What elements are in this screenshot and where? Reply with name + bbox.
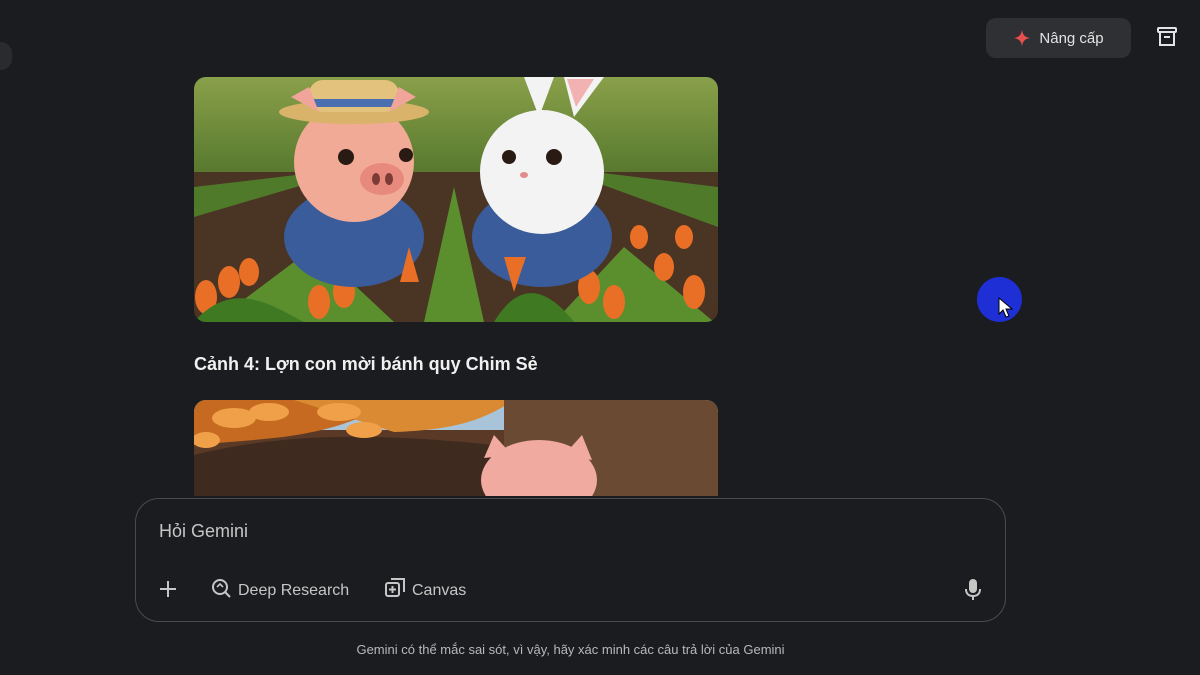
microphone-button[interactable] — [964, 579, 982, 606]
pig-tree-illustration — [194, 400, 718, 496]
plus-icon — [158, 579, 178, 604]
canvas-label: Canvas — [412, 581, 467, 599]
archive-button[interactable] — [1152, 24, 1182, 54]
generated-image-pig-tree[interactable] — [194, 400, 718, 496]
canvas-button[interactable]: Canvas — [384, 577, 466, 604]
canvas-icon — [384, 577, 406, 604]
scene-title: Cảnh 4: Lợn con mời bánh quy Chim Sẻ — [194, 354, 538, 374]
generated-image-pig-rabbit[interactable] — [194, 77, 718, 322]
sparkle-icon — [1013, 29, 1031, 47]
add-attachment-button[interactable] — [158, 579, 178, 604]
deep-research-label: Deep Research — [238, 581, 350, 599]
microphone-icon — [964, 579, 982, 606]
chat-input-box[interactable]: Hỏi Gemini Deep Research Canvas — [135, 498, 1006, 622]
pig-rabbit-illustration — [194, 77, 718, 322]
chat-input-placeholder[interactable]: Hỏi Gemini — [159, 521, 248, 542]
archive-icon — [1155, 25, 1179, 54]
upgrade-label: Nâng cấp — [1039, 29, 1104, 47]
deep-research-button[interactable]: Deep Research — [210, 577, 349, 604]
deep-research-icon — [210, 577, 232, 604]
disclaimer-text: Gemini có thể mắc sai sót, vì vậy, hãy x… — [356, 642, 785, 657]
upgrade-button[interactable]: Nâng cấp — [986, 18, 1131, 58]
mouse-cursor-icon — [998, 297, 1014, 318]
sidebar-edge-handle[interactable] — [0, 42, 12, 70]
